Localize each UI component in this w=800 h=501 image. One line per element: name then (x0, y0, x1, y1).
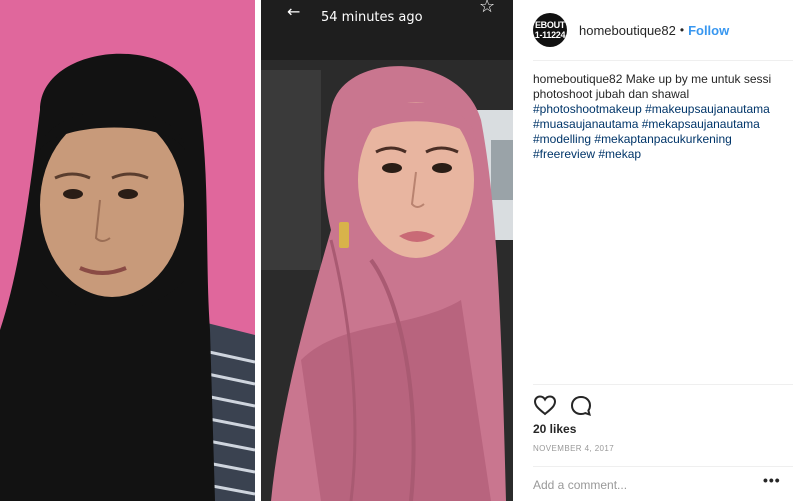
before-photo-illustration (0, 0, 255, 501)
hashtag-list: #photoshootmakeup #makeupsaujanautama #m… (533, 102, 770, 161)
story-timestamp: 54 minutes ago (321, 10, 423, 25)
separator-dot: • (679, 23, 685, 37)
actions-divider (533, 384, 793, 385)
post-header: EBOUT 1-11224 homeboutique82 • Follow (533, 8, 793, 52)
comment-divider (533, 466, 793, 467)
back-arrow-icon: ← (287, 2, 301, 21)
hashtag-link[interactable]: #mekaptanpacukurkening (594, 132, 731, 146)
before-photo (0, 0, 255, 501)
follow-button[interactable]: Follow (688, 23, 729, 38)
post-actions (533, 394, 605, 418)
post-date: NOVEMBER 4, 2017 (533, 444, 615, 453)
hashtag-link[interactable]: #mekapsaujanautama (642, 117, 760, 131)
after-photo-illustration (261, 0, 513, 501)
hashtag-link[interactable]: #modelling (533, 132, 591, 146)
avatar[interactable]: EBOUT 1-11224 (533, 13, 567, 47)
star-icon: ☆ (479, 0, 496, 17)
avatar-text-line2: 1-11224 (534, 30, 566, 40)
post-caption: homeboutique82 Make up by me untuk sessi… (533, 72, 795, 162)
hashtag-link[interactable]: #photoshootmakeup (533, 102, 642, 116)
heart-icon[interactable] (533, 394, 557, 418)
header-divider (533, 60, 793, 61)
comment-icon[interactable] (569, 394, 593, 418)
more-options-button[interactable]: ••• (763, 472, 781, 488)
after-photo: ← 54 minutes ago ☆ (261, 0, 513, 501)
hashtag-link[interactable]: #mekap (598, 147, 641, 161)
likes-count[interactable]: 20 likes (533, 422, 576, 436)
post-image[interactable]: ← 54 minutes ago ☆ (0, 0, 513, 501)
caption-username-link[interactable]: homeboutique82 (533, 72, 622, 86)
username-link[interactable]: homeboutique82 (579, 23, 676, 38)
hashtag-link[interactable]: #muasaujanautama (533, 117, 638, 131)
post-details-panel: EBOUT 1-11224 homeboutique82 • Follow ho… (513, 0, 800, 501)
add-comment-input[interactable]: Add a comment... (533, 478, 627, 492)
story-overlay-bar: ← 54 minutes ago ☆ (261, 0, 513, 34)
hashtag-link[interactable]: #freereview (533, 147, 595, 161)
avatar-text-line1: EBOUT (534, 20, 565, 30)
hashtag-link[interactable]: #makeupsaujanautama (645, 102, 770, 116)
